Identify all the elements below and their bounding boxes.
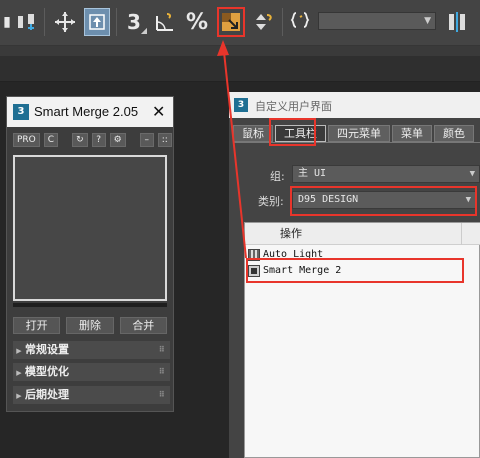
progress-bar — [13, 303, 167, 307]
help-icon[interactable]: ? — [91, 133, 106, 147]
grip-dots-icon: ⠿ — [158, 367, 165, 376]
spinner-glyph — [256, 14, 272, 30]
rollout-model-optimization[interactable]: ▶ 模型优化 ⠿ — [13, 363, 170, 381]
rollout-label: 后期处理 — [25, 388, 69, 401]
tab-mouse[interactable]: 鼠标 — [233, 125, 273, 142]
callout-category — [290, 186, 477, 216]
toolbar-separator — [44, 8, 45, 36]
move-gizmo-icon[interactable] — [52, 8, 78, 36]
smart-merge-title: Smart Merge 2.05 — [34, 104, 139, 119]
callout-smart-merge-item — [246, 258, 464, 283]
grip-dots-icon: ⠿ — [158, 345, 165, 354]
triangle-right-icon: ▶ — [16, 369, 22, 377]
grip-icon[interactable]: :: — [157, 133, 172, 147]
rollout-label: 常规设置 — [25, 343, 69, 356]
angle-glyph — [156, 13, 173, 31]
toolbar-separator — [116, 8, 117, 36]
merge-button[interactable]: 合并 — [119, 317, 167, 334]
named-sel-glyph — [290, 12, 310, 28]
refresh-icon[interactable]: ↻ — [72, 133, 88, 147]
toolbar-grip: ▮ — [3, 14, 11, 30]
move-glyph — [55, 12, 75, 32]
close-icon[interactable]: ✕ — [152, 102, 165, 121]
callout-toolbars-tab — [269, 118, 316, 146]
customize-titlebar[interactable]: 3 自定义用户界面 — [229, 92, 480, 118]
smart-merge-toolrow: PRO C ↻ ? ⚙ – :: — [13, 133, 172, 147]
toolbar-strip — [0, 46, 480, 56]
group-dropdown[interactable]: 主 UI ▼ — [292, 165, 480, 183]
percent-glyph: % — [185, 9, 209, 35]
chevron-down-icon: ▼ — [424, 16, 431, 26]
snap-3d-icon[interactable]: 3 ◢ — [122, 8, 147, 36]
chevron-down-icon: ▼ — [469, 169, 475, 179]
category-label: 类别: — [258, 195, 284, 208]
delete-button[interactable]: 删除 — [66, 317, 114, 334]
link-icon[interactable] — [14, 8, 40, 36]
open-button[interactable]: 打开 — [13, 317, 61, 334]
column-divider — [461, 223, 462, 245]
ribbon-strip — [0, 56, 480, 82]
tab-quad-menus[interactable]: 四元菜单 — [328, 125, 390, 142]
group-value: 主 UI — [298, 168, 327, 179]
select-glyph — [89, 14, 105, 30]
snap-3d-label: 3 — [127, 10, 141, 34]
max-logo-icon: 3 — [234, 98, 248, 112]
settings-icon[interactable]: ⚙ — [109, 133, 126, 147]
actions-header-label: 操作 — [280, 227, 302, 240]
toolrow-gap — [130, 133, 136, 147]
angle-snap-icon[interactable] — [152, 8, 178, 36]
named-selection-icon[interactable] — [288, 8, 312, 36]
toolrow-gap — [62, 133, 68, 147]
smart-merge-buttons: 打开 删除 合并 — [13, 317, 167, 334]
smart-merge-titlebar[interactable]: 3 Smart Merge 2.05 ✕ — [7, 97, 173, 127]
max-logo-icon: 3 — [13, 104, 29, 120]
grip-dots-icon: ⠿ — [158, 390, 165, 399]
callout-toolbar-button — [217, 7, 245, 37]
named-selection-dropdown[interactable]: ▼ — [318, 12, 436, 30]
minimize-icon[interactable]: – — [139, 133, 154, 147]
group-label: 组: — [270, 170, 285, 183]
file-list[interactable] — [13, 155, 167, 301]
pro-button[interactable]: PRO — [13, 133, 40, 147]
triangle-right-icon: ▶ — [16, 392, 22, 400]
snap-flyout-corner: ◢ — [140, 26, 147, 35]
rollout-general-settings[interactable]: ▶ 常规设置 ⠿ — [13, 341, 170, 359]
smart-merge-panel: 3 Smart Merge 2.05 ✕ PRO C ↻ ? ⚙ – :: 打开… — [6, 96, 174, 412]
select-object-icon[interactable] — [84, 8, 110, 36]
customize-title: 自定义用户界面 — [255, 100, 332, 113]
triangle-right-icon: ▶ — [16, 347, 22, 355]
spinner-snap-icon[interactable] — [252, 8, 276, 36]
link-glyph — [18, 14, 34, 30]
rollout-post-processing[interactable]: ▶ 后期处理 ⠿ — [13, 386, 170, 404]
toolbar-separator — [282, 8, 283, 36]
tab-colors[interactable]: 颜色 — [434, 125, 474, 142]
percent-snap-icon[interactable]: % — [184, 8, 210, 36]
mirror-icon[interactable] — [444, 8, 470, 36]
screen: ▮ 3 ◢ % ▼ 3 Smart Merge 2.05 ✕ PRO C ↻ ?… — [0, 0, 480, 458]
mirror-glyph — [449, 12, 465, 32]
actions-column-header[interactable]: 操作 — [245, 223, 480, 245]
tab-menus[interactable]: 菜单 — [392, 125, 432, 142]
c-button[interactable]: C — [43, 133, 59, 147]
rollout-label: 模型优化 — [25, 365, 69, 378]
